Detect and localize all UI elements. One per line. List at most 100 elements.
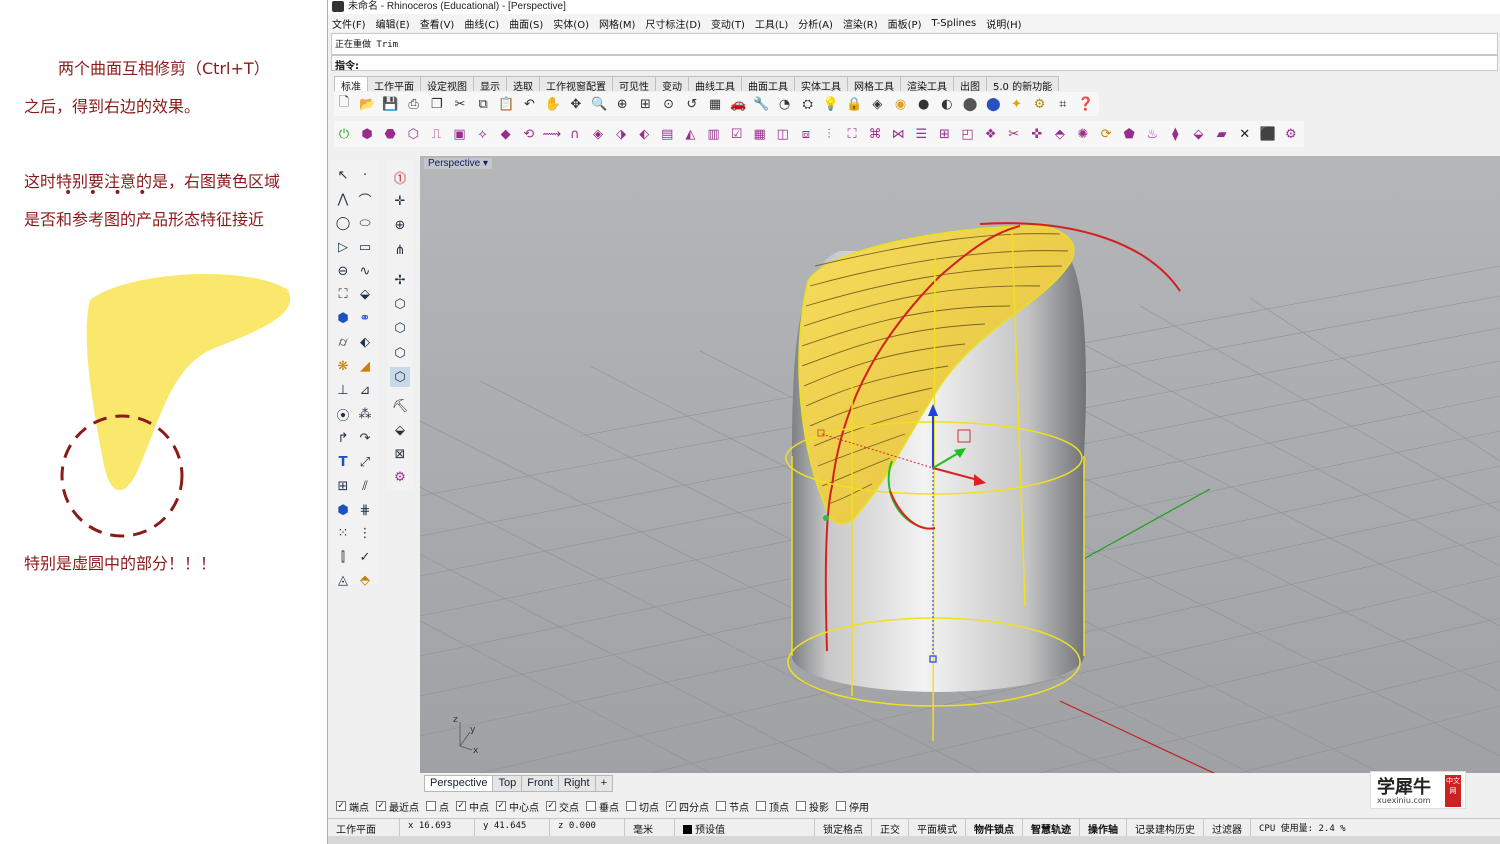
cylinder-solid-icon[interactable]: ⌭ [333, 332, 353, 352]
wrench-icon[interactable]: 🔧 [751, 94, 771, 114]
tab-select[interactable]: 选取 [506, 76, 540, 93]
new-file-icon[interactable]: 🗋 [334, 94, 354, 114]
ts-sphere-icon[interactable]: ⬣ [380, 124, 400, 144]
polygon-icon[interactable]: ▷ [333, 237, 353, 257]
undo-icon[interactable]: ↶ [520, 94, 540, 114]
menu-edit[interactable]: 编辑(E) [376, 16, 410, 31]
checkbox[interactable]: ✓ [496, 801, 506, 811]
checkbox[interactable] [756, 801, 766, 811]
menu-tsplines[interactable]: T-Splines [932, 18, 977, 29]
ts-crease-icon[interactable]: ☑ [727, 124, 747, 144]
tab-drafting[interactable]: 出图 [953, 76, 987, 93]
viewport-canvas[interactable]: z y x [420, 156, 1500, 773]
mesh-icon[interactable]: ❋ [333, 356, 353, 376]
tab-viewport-layout[interactable]: 工作视窗配置 [539, 76, 613, 93]
ts-polygon-icon[interactable]: ⬟ [1119, 124, 1139, 144]
tab-standard[interactable]: 标准 [334, 76, 368, 93]
ts-box-icon[interactable]: ⬢ [357, 124, 377, 144]
status-planar[interactable]: 平面模式 [909, 819, 966, 836]
car-icon[interactable]: 🚗 [728, 94, 748, 114]
zoom-window-icon[interactable]: ⊕ [612, 94, 632, 114]
osnap-disable[interactable]: 停用 [836, 799, 869, 814]
menu-panels[interactable]: 面板(P) [888, 16, 922, 31]
checkbox[interactable] [716, 801, 726, 811]
ts-edit-icon[interactable]: ✜ [1027, 124, 1047, 144]
open-file-icon[interactable]: 📂 [357, 94, 377, 114]
osnap-quad[interactable]: ✓ 四分点 [666, 799, 709, 814]
boolean-icon[interactable]: ⚭ [355, 308, 375, 328]
material-sphere-icon[interactable]: ⬤ [983, 94, 1003, 114]
osnap-end[interactable]: ✓ 端点 [336, 799, 369, 814]
grid-array-icon[interactable]: ⁙ [333, 523, 353, 543]
ts-table-icon[interactable]: ▦ [750, 124, 770, 144]
menu-help[interactable]: 说明(H) [986, 16, 1021, 31]
face-mode-icon[interactable]: ⬡ [390, 343, 410, 363]
select-filter-icon[interactable]: ⛭ [798, 94, 818, 114]
status-record-history[interactable]: 记录建构历史 [1127, 819, 1204, 836]
ts-plane-icon[interactable]: ⟡ [473, 124, 493, 144]
help-icon[interactable]: ❓ [1076, 94, 1096, 114]
ts-insert-edge-icon[interactable]: ⬖ [634, 124, 654, 144]
pan-hand-icon[interactable]: ✋ [543, 94, 563, 114]
tab-solid-tools[interactable]: 实体工具 [794, 76, 848, 93]
tab-mesh-tools[interactable]: 网格工具 [847, 76, 901, 93]
tab-render-tools[interactable]: 渲染工具 [900, 76, 954, 93]
status-grid-snap[interactable]: 锁定格点 [815, 819, 872, 836]
edit-points-icon[interactable]: ⫽ [355, 476, 375, 496]
clock-icon[interactable]: ◔ [775, 94, 795, 114]
point-icon[interactable]: · [355, 165, 375, 185]
checkbox[interactable] [586, 801, 596, 811]
text-icon[interactable]: T [333, 452, 353, 472]
scale-icon[interactable]: ⤢ [355, 452, 375, 472]
four-viewports-icon[interactable]: ▦ [705, 94, 725, 114]
check-icon[interactable]: ✓ [355, 547, 375, 567]
undo-view-icon[interactable]: ↺ [682, 94, 702, 114]
osnap-int[interactable]: ✓ 交点 [546, 799, 579, 814]
ts-append-icon[interactable]: ⬗ [611, 124, 631, 144]
rectangle-icon[interactable]: ▭ [355, 237, 375, 257]
menu-mesh[interactable]: 网格(M) [599, 16, 635, 31]
explode-icon[interactable]: ⋮ [355, 523, 375, 543]
add-viewport-tab-button[interactable]: + [594, 775, 614, 792]
ts-rebuild-icon[interactable]: ◰ [958, 124, 978, 144]
ts-bridge-icon[interactable]: ◈ [588, 124, 608, 144]
checkbox[interactable] [426, 801, 436, 811]
copy-to-clipboard-icon[interactable]: ❐ [427, 94, 447, 114]
ts-arch-icon[interactable]: ∩ [565, 124, 585, 144]
smooth-toggle-icon[interactable]: ✢ [390, 270, 410, 290]
checkbox[interactable]: ✓ [336, 801, 346, 811]
checkbox[interactable]: ✓ [546, 801, 556, 811]
osnap-mid[interactable]: ✓ 中点 [456, 799, 489, 814]
render-shape-icon[interactable]: ◬ [333, 570, 353, 590]
ts-tile-icon[interactable]: ⬙ [1188, 124, 1208, 144]
ts-symmetry-icon[interactable]: ◫ [773, 124, 793, 144]
checkbox[interactable] [796, 801, 806, 811]
status-filter[interactable]: 过滤器 [1204, 819, 1251, 836]
checkbox[interactable]: ✓ [666, 801, 676, 811]
tab-transform[interactable]: 变动 [655, 76, 689, 93]
chevron-down-icon[interactable]: ▾ [483, 158, 488, 169]
ts-settings-icon[interactable]: ⚙ [1281, 124, 1301, 144]
menu-tools[interactable]: 工具(L) [755, 16, 788, 31]
extrude-surface-icon[interactable]: ⬙ [355, 284, 375, 304]
offset-icon[interactable]: ↷ [355, 428, 375, 448]
light-icon[interactable]: ✦ [1006, 94, 1026, 114]
zoom-icon[interactable]: 🔍 [589, 94, 609, 114]
ts-grid-icon[interactable]: ▥ [704, 124, 724, 144]
menu-analyze[interactable]: 分析(A) [798, 16, 833, 31]
menu-render[interactable]: 渲染(R) [843, 16, 878, 31]
ts-pipe-icon[interactable]: ☰ [911, 124, 931, 144]
osnap-project[interactable]: 投影 [796, 799, 829, 814]
edge-mode-icon[interactable]: ⬡ [390, 318, 410, 338]
status-gumball[interactable]: 操作轴 [1080, 819, 1127, 836]
viewport-tab-top[interactable]: Top [492, 775, 523, 792]
command-input[interactable]: 指令: [331, 55, 1498, 72]
osnap-center[interactable]: ✓ 中心点 [496, 799, 539, 814]
fillet-curves-icon[interactable]: ↱ [333, 428, 353, 448]
osnap-tan[interactable]: 切点 [626, 799, 659, 814]
cplane-icon[interactable]: ⌗ [1053, 94, 1073, 114]
options-gear-icon[interactable]: ⚙ [1030, 94, 1050, 114]
ts-delete-icon[interactable]: ⬘ [1050, 124, 1070, 144]
arc-icon[interactable]: ⊖ [333, 261, 353, 281]
status-smarttrack[interactable]: 智慧轨迹 [1023, 819, 1080, 836]
